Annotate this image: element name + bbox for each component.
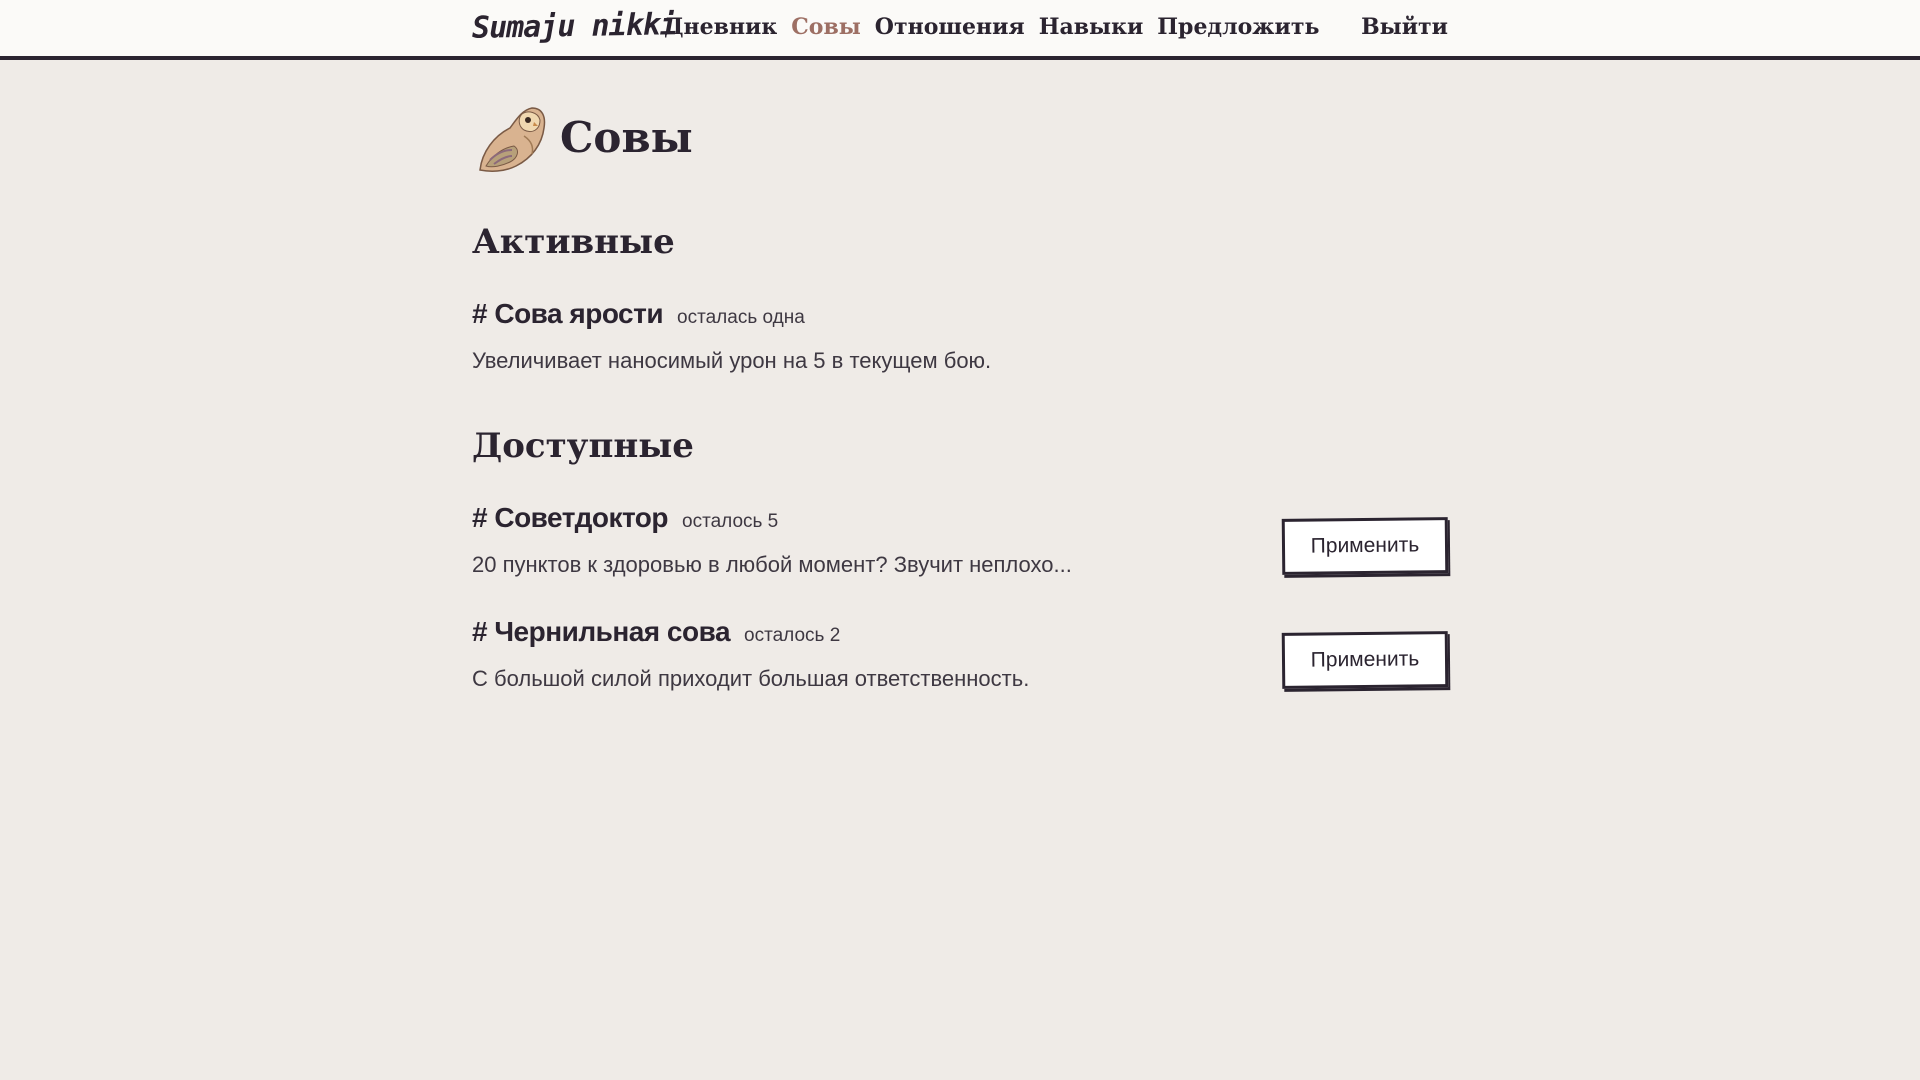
available-section-title: Доступные	[472, 426, 694, 466]
owl-name: # Сова ярости	[472, 298, 664, 329]
available-owl-item: # Советдоктор осталось 5 20 пунктов к зд…	[472, 502, 1449, 602]
active-section-title: Активные	[472, 222, 675, 262]
nav-relations[interactable]: Отношения	[875, 14, 1025, 40]
owl-count: осталась одна	[677, 307, 805, 328]
owl-count: осталось 2	[744, 625, 841, 646]
apply-button[interactable]: Применить	[1281, 631, 1449, 689]
nav-suggest[interactable]: Предложить	[1157, 14, 1319, 40]
owl-name: # Советдоктор	[472, 502, 669, 533]
owl-name: # Чернильная сова	[472, 616, 731, 647]
logout-link[interactable]: Выйти	[1361, 14, 1448, 40]
owl-description: Увеличивает наносимый урон на 5 в текуще…	[472, 348, 992, 373]
owl-icon	[479, 107, 546, 172]
active-owl-item: # Сова ярости осталась одна Увеличивает …	[472, 298, 1448, 398]
page-header: Совы	[472, 100, 693, 174]
available-owl-item: # Чернильная сова осталось 2 С большой с…	[472, 616, 1449, 716]
nav-owls[interactable]: Совы	[791, 14, 861, 40]
nav-skills[interactable]: Навыки	[1039, 14, 1144, 40]
top-navigation-bar: Sumaju nikki Дневник Совы Отношения Навы…	[0, 0, 1920, 60]
apply-button[interactable]: Применить	[1281, 517, 1449, 575]
owl-count: осталось 5	[682, 511, 779, 532]
main-nav: Дневник Совы Отношения Навыки Предложить	[664, 14, 1319, 40]
brand-logo[interactable]: Sumaju nikki	[472, 7, 677, 46]
nav-diary[interactable]: Дневник	[664, 14, 777, 40]
page-title: Совы	[560, 112, 693, 162]
